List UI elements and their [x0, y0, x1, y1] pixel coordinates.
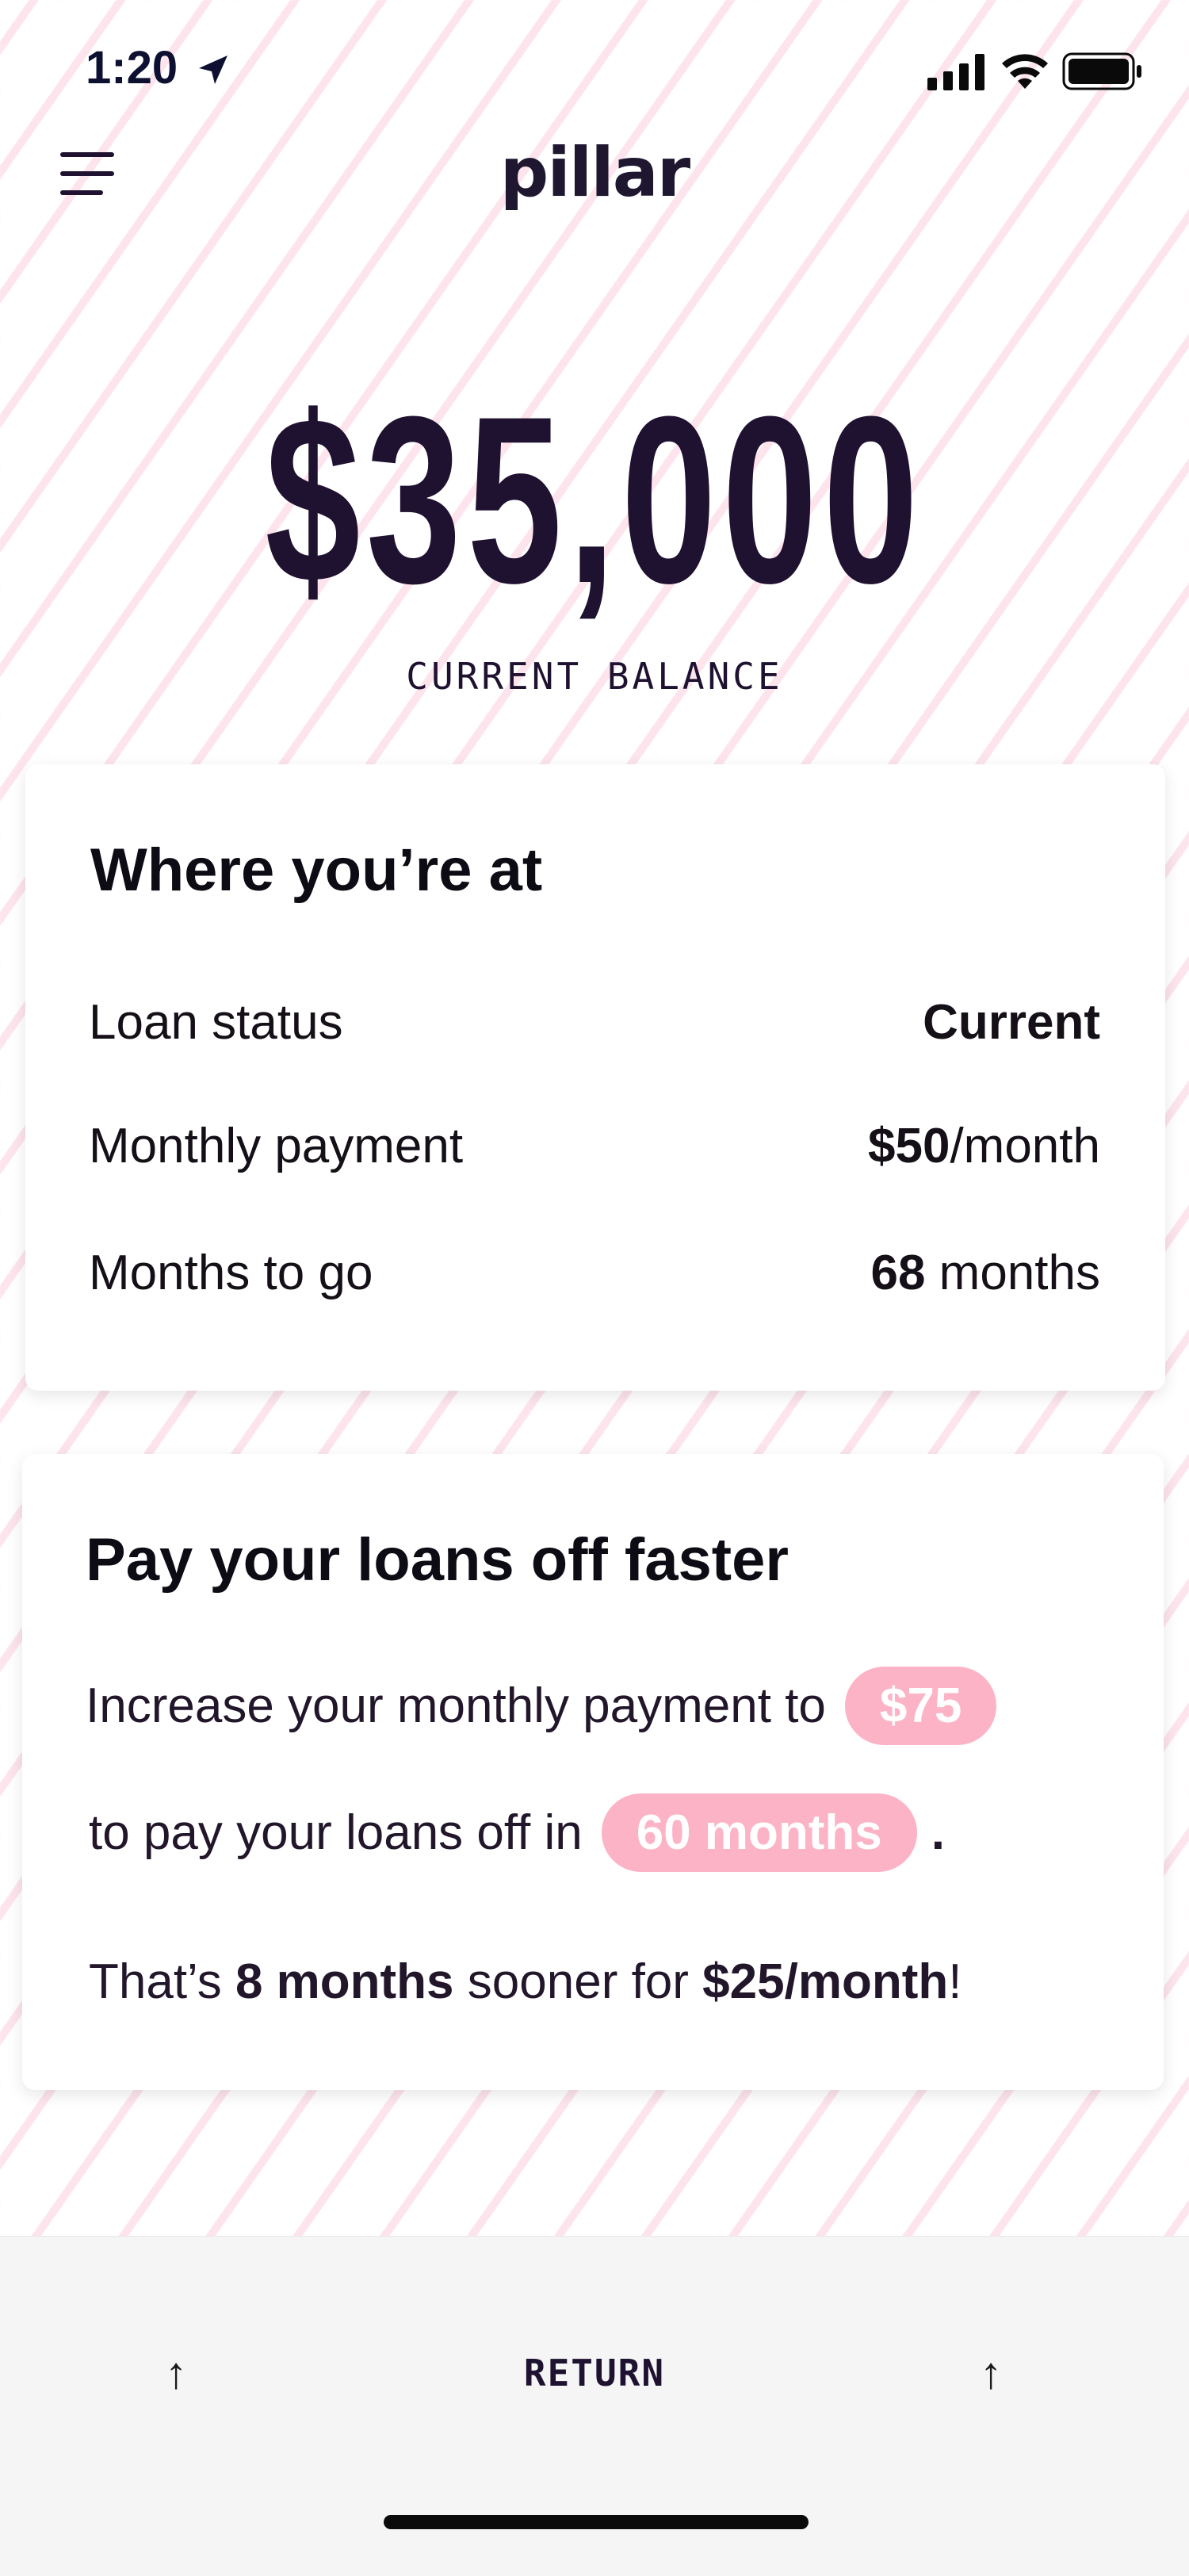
home-indicator [384, 2515, 809, 2529]
signal-icon [927, 54, 984, 90]
wifi-icon [1002, 54, 1048, 89]
row-value: $50/month [868, 1119, 1100, 1173]
return-button[interactable]: RETURN [0, 2352, 1189, 2394]
row-label: Months to go [89, 1246, 373, 1300]
battery-icon [1062, 52, 1141, 90]
payoff-months-pill[interactable]: 60 months [601, 1793, 917, 1872]
card-title: Pay your loans off faster [86, 1526, 789, 1594]
current-balance-label: CURRENT BALANCE [406, 655, 783, 698]
payment-amount-pill[interactable]: $75 [844, 1667, 997, 1745]
row-label: Loan status [89, 995, 343, 1050]
row-value: Current [923, 995, 1100, 1050]
pay-off-faster-card: Pay your loans off faster Increase your … [22, 1454, 1164, 2090]
current-balance-amount: $35,000 [265, 366, 924, 633]
payoff-months-text: to pay your loans off in 60 months. [89, 1793, 945, 1872]
monthly-payment-row: Monthly payment $50/month [89, 1118, 1100, 1174]
increase-payment-text: Increase your monthly payment to $75 [86, 1667, 997, 1745]
status-time: 1:20 [86, 42, 178, 94]
right-arrow-icon[interactable]: ↑ [980, 2347, 1002, 2398]
location-arrow-icon [199, 56, 227, 84]
row-label: Monthly payment [89, 1119, 464, 1173]
card-title: Where you’re at [90, 836, 543, 904]
where-youre-at-card: Where you’re at Loan status Current Mont… [25, 764, 1165, 1391]
loan-status-row: Loan status Current [89, 994, 1100, 1051]
savings-summary-text: That’s 8 months sooner for $25/month! [89, 1954, 962, 2009]
row-value: 68 months [870, 1246, 1100, 1300]
app-logo: pillar [499, 133, 690, 212]
months-to-go-row: Months to go 68 months [89, 1245, 1100, 1301]
